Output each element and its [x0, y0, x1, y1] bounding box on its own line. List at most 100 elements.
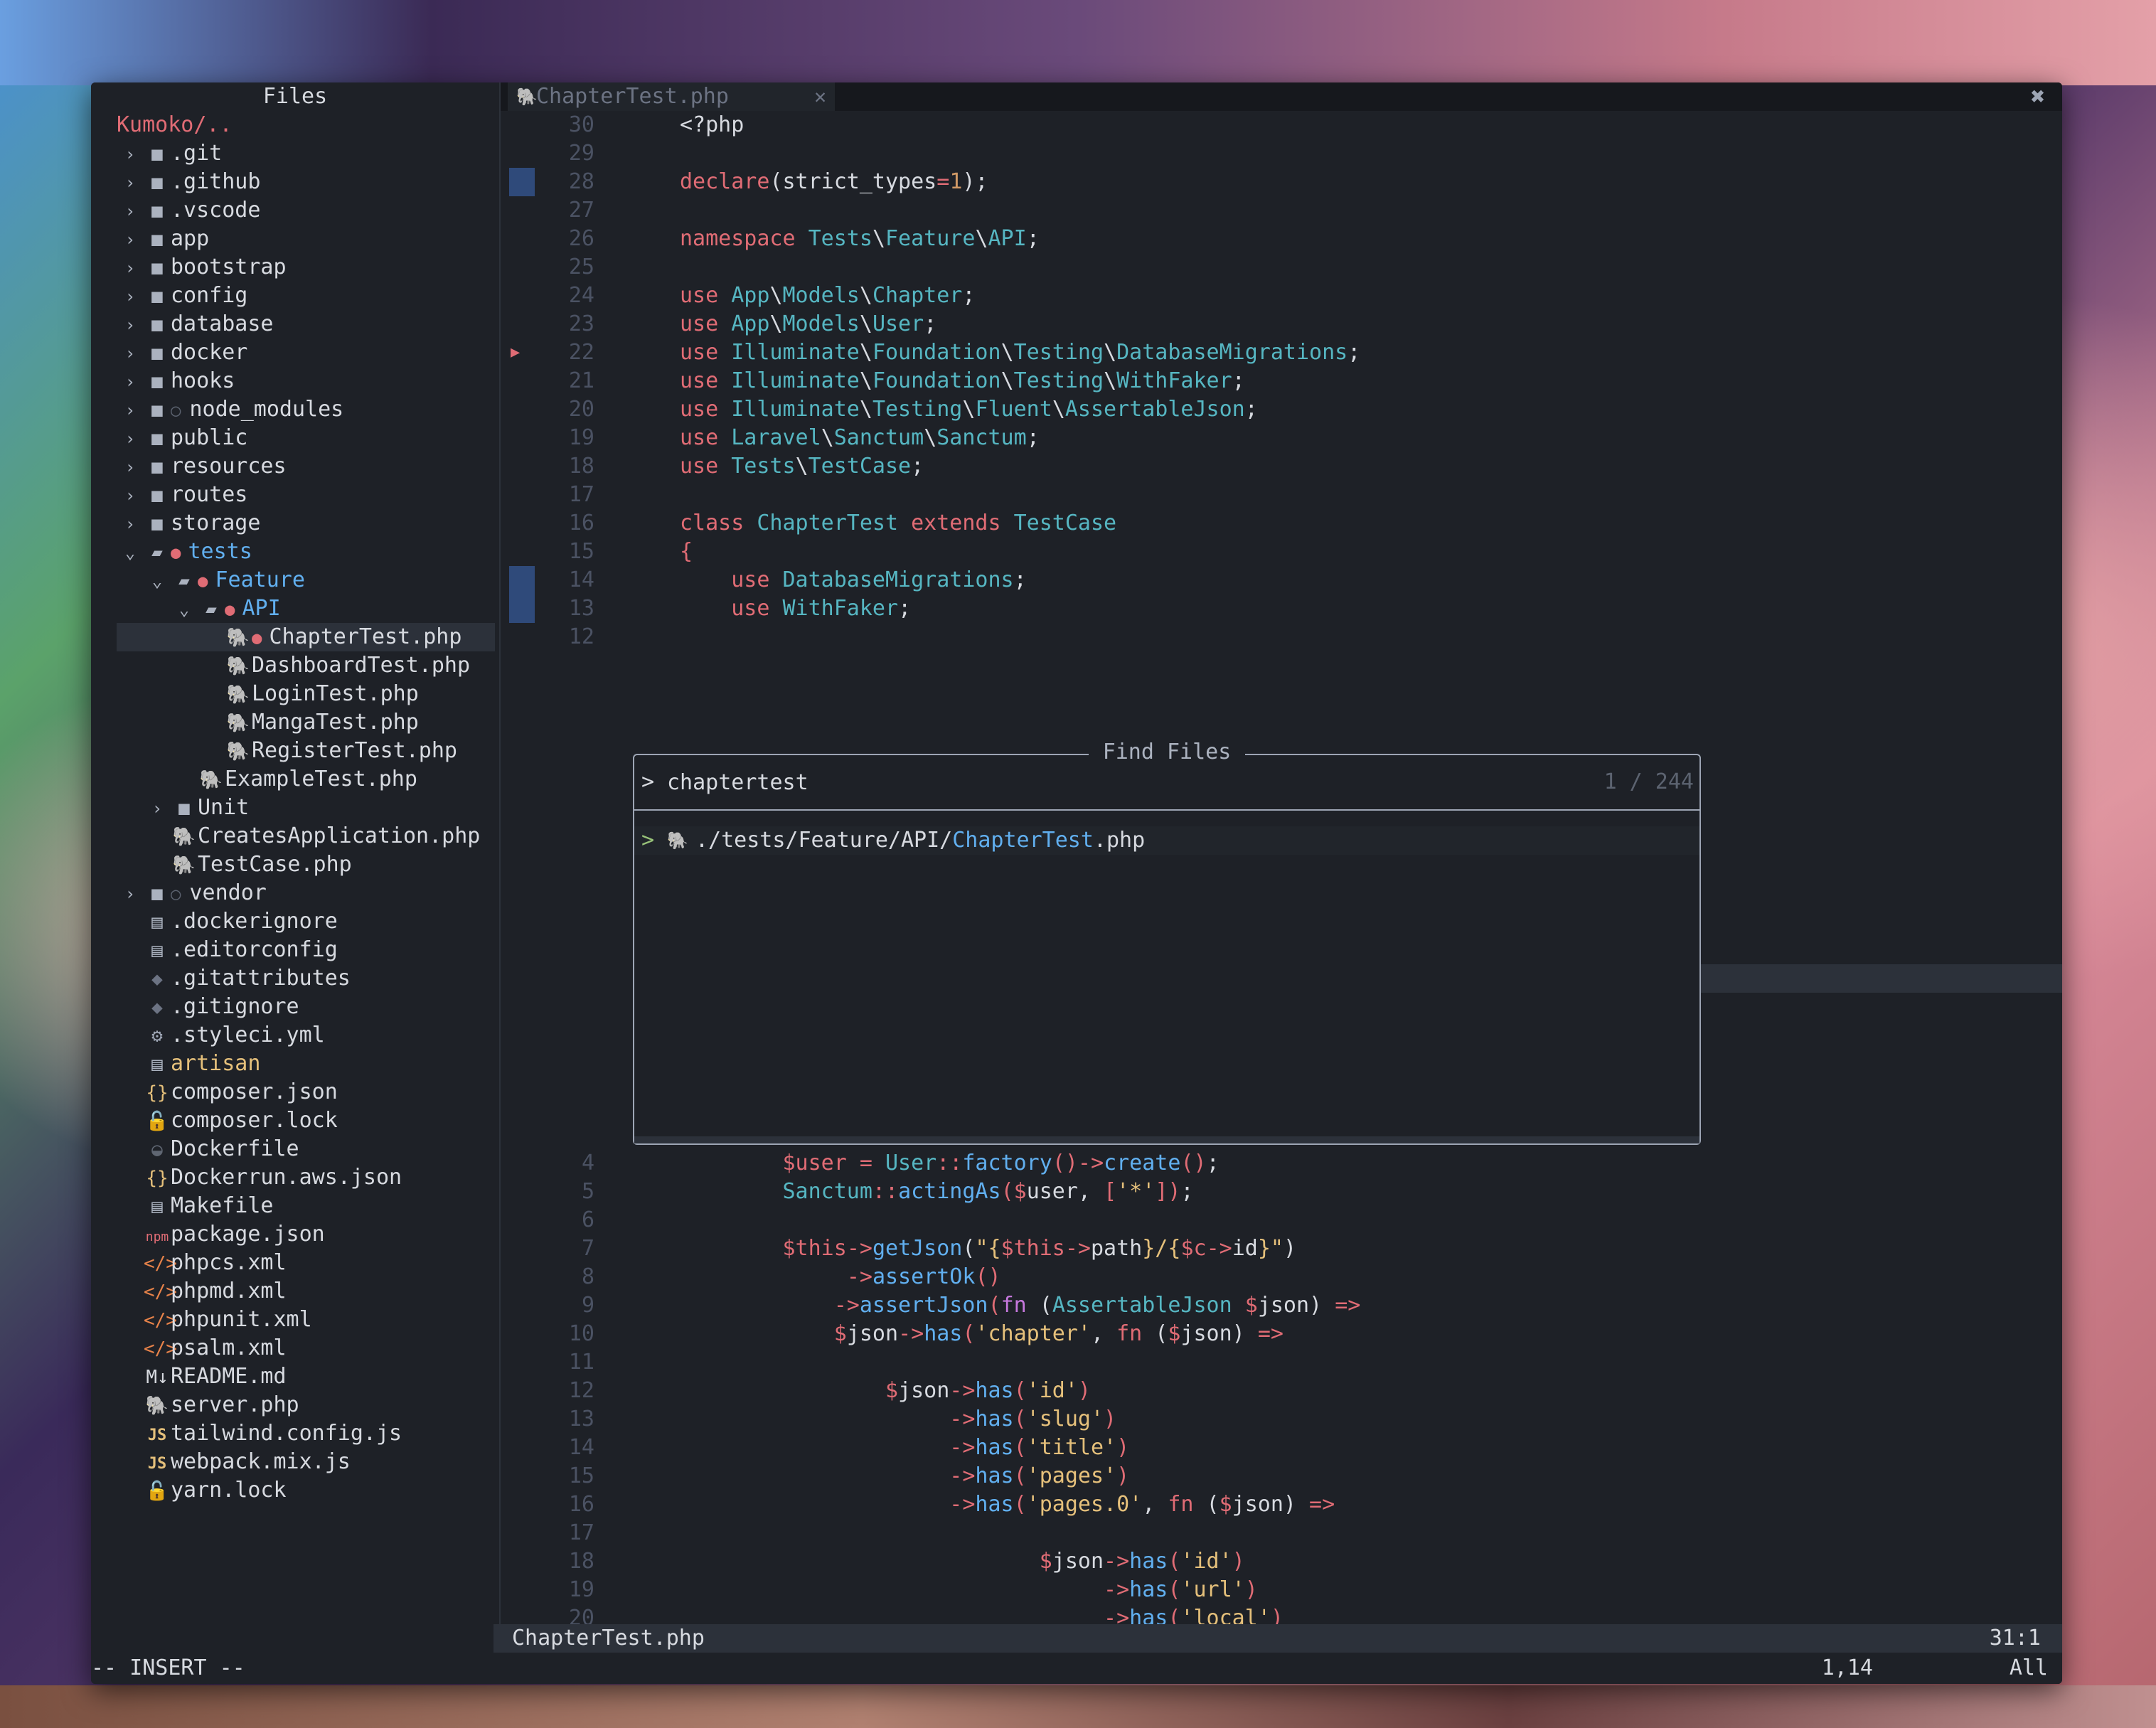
code-line[interactable]: ▶ 22 use Illuminate\Foundation\Testing\Dat… [501, 338, 2062, 367]
tree-item[interactable]: npmpackage.json [91, 1220, 499, 1249]
tab-close-icon[interactable]: ✕ [814, 82, 826, 111]
tree-item[interactable]: › ■ Unit [91, 794, 499, 822]
code-line[interactable]: 26 namespace Tests\Feature\API; [501, 225, 2062, 253]
code-line[interactable]: 15 { [501, 538, 2062, 566]
file-tree-root[interactable]: Kumoko/.. [117, 111, 233, 139]
code-line[interactable]: 30 <?php [501, 111, 2062, 139]
chevron-right-icon[interactable]: › [117, 368, 144, 396]
tree-item[interactable]: </>psalm.xml [91, 1334, 499, 1362]
tree-item[interactable]: 🐘CreatesApplication.php [91, 822, 499, 850]
chevron-right-icon[interactable]: › [117, 282, 144, 311]
code-line[interactable]: 23 use App\Models\User; [501, 310, 2062, 338]
code-line[interactable]: 10 $json->has('chapter', fn ($json) => [501, 1320, 2062, 1348]
tree-item[interactable]: › ■ docker [91, 338, 499, 367]
tree-item[interactable]: </>phpmd.xml [91, 1277, 499, 1306]
chevron-right-icon[interactable]: › [117, 197, 144, 225]
chevron-right-icon[interactable]: › [117, 169, 144, 197]
code-line[interactable]: 9 ->assertJson(fn (AssertableJson $json)… [501, 1291, 2062, 1320]
code-line[interactable]: 13 ->has('slug') [501, 1405, 2062, 1434]
tree-item[interactable]: </>phpcs.xml [91, 1249, 499, 1277]
tree-item[interactable]: ◒ Dockerfile [91, 1135, 499, 1163]
tree-item[interactable]: ⌄ ▰ ● Feature [91, 566, 499, 594]
tree-item[interactable]: 🐘 ● ChapterTest.php [117, 623, 495, 651]
chevron-right-icon[interactable]: › [117, 311, 144, 339]
code-line[interactable]: 11 [501, 1348, 2062, 1377]
code-line[interactable]: 21 use Illuminate\Foundation\Testing\With… [501, 367, 2062, 395]
tree-item[interactable]: 🐘LoginTest.php [91, 680, 499, 708]
tree-item[interactable]: ◆ .gitignore [91, 993, 499, 1021]
tree-item[interactable]: › ■ config [91, 282, 499, 310]
result-item[interactable]: > 🐘 ./tests/Feature/API/ChapterTest.php [634, 826, 1699, 855]
tab-chaptertest[interactable]: 🐘 ChapterTest.php ✕ [508, 82, 835, 111]
chevron-right-icon[interactable]: › [117, 396, 144, 425]
window-close-icon[interactable]: ✖ [2024, 82, 2052, 111]
code-line[interactable]: 25 [501, 253, 2062, 282]
tree-item[interactable]: 🐘DashboardTest.php [91, 651, 499, 680]
code-line[interactable]: 29 [501, 139, 2062, 168]
code-line[interactable]: 16 ->has('pages.0', fn ($json) => [501, 1490, 2062, 1519]
chevron-right-icon[interactable]: › [117, 510, 144, 538]
code-line[interactable]: 4 $user = User::factory()->create(); [501, 1149, 2062, 1178]
code-line[interactable]: 14 use DatabaseMigrations; [501, 566, 2062, 594]
code-line[interactable]: 15 ->has('pages') [501, 1462, 2062, 1490]
tree-item[interactable]: › ■ bootstrap [91, 253, 499, 282]
tree-item[interactable]: › ■ app [91, 225, 499, 253]
tree-item[interactable]: 🔓composer.lock [91, 1106, 499, 1135]
code-line[interactable]: 17 [501, 1519, 2062, 1547]
tree-item[interactable]: 🔓yarn.lock [91, 1476, 499, 1505]
tree-item[interactable]: › ■ .vscode [91, 196, 499, 225]
code-line[interactable]: 8 ->assertOk() [501, 1263, 2062, 1291]
tree-item[interactable]: </>phpunit.xml [91, 1306, 499, 1334]
chevron-right-icon[interactable]: › [117, 481, 144, 510]
code-line[interactable]: 16 class ChapterTest extends TestCase [501, 509, 2062, 538]
code-line[interactable]: 24 use App\Models\Chapter; [501, 282, 2062, 310]
chevron-down-icon[interactable]: ⌄ [117, 538, 144, 567]
code-line[interactable]: 27 [501, 196, 2062, 225]
chevron-right-icon[interactable]: › [117, 425, 144, 453]
tree-item[interactable]: ◆ .gitattributes [91, 964, 499, 993]
chevron-down-icon[interactable]: ⌄ [171, 595, 198, 624]
tree-item[interactable]: ⌄ ▰ ● tests [91, 538, 499, 566]
code-view-top[interactable]: 30 <?php 29 28 declare(strict_types=1); 27 26 n… [501, 111, 2062, 651]
code-line[interactable]: 17 [501, 481, 2062, 509]
code-line[interactable]: 19 use Laravel\Sanctum\Sanctum; [501, 424, 2062, 452]
tree-item[interactable]: › ■ ○ node_modules [91, 395, 499, 424]
tree-item[interactable]: 🐘RegisterTest.php [91, 737, 499, 765]
code-line[interactable]: 7 $this->getJson("{$this->path}/{$c->id}… [501, 1234, 2062, 1263]
chevron-right-icon[interactable]: › [117, 339, 144, 368]
chevron-right-icon[interactable]: › [117, 453, 144, 481]
tree-item[interactable]: 🐘MangaTest.php [91, 708, 499, 737]
code-line[interactable]: 18 use Tests\TestCase; [501, 452, 2062, 481]
chevron-down-icon[interactable]: ⌄ [144, 567, 171, 595]
tree-item[interactable]: › ■ storage [91, 509, 499, 538]
chevron-right-icon[interactable]: › [117, 880, 144, 908]
tree-item[interactable]: ▤ .editorconfig [91, 936, 499, 964]
tree-item[interactable]: › ■ ○ vendor [91, 879, 499, 907]
chevron-right-icon[interactable]: › [117, 140, 144, 169]
tree-item[interactable]: ⌄ ▰ ● API [91, 594, 499, 623]
tree-item[interactable]: › ■ .git [91, 139, 499, 168]
tree-item[interactable]: 🐘server.php [91, 1391, 499, 1419]
code-view-bottom[interactable]: 4 $user = User::factory()->create(); 5 Sa… [501, 1149, 2062, 1684]
code-line[interactable]: 13 use WithFaker; [501, 594, 2062, 623]
code-line[interactable]: 19 ->has('url') [501, 1576, 2062, 1604]
tree-item[interactable]: JS tailwind.config.js [91, 1419, 499, 1448]
tree-item[interactable]: 🐘ExampleTest.php [91, 765, 499, 794]
tree-item[interactable]: ▤ .dockerignore [91, 907, 499, 936]
code-line[interactable]: 18 $json->has('id') [501, 1547, 2062, 1576]
tree-item[interactable]: 🐘TestCase.php [91, 850, 499, 879]
tree-item[interactable]: ⚙ .styleci.yml [91, 1021, 499, 1050]
chevron-right-icon[interactable]: › [117, 254, 144, 282]
code-line[interactable]: 12 [501, 623, 2062, 651]
tree-item[interactable]: ▤ Makefile [91, 1192, 499, 1220]
code-line[interactable]: 14 ->has('title') [501, 1434, 2062, 1462]
tree-item[interactable]: › ■ resources [91, 452, 499, 481]
tree-item[interactable]: ▤ artisan [91, 1050, 499, 1078]
code-line[interactable]: 28 declare(strict_types=1); [501, 168, 2062, 196]
chevron-right-icon[interactable]: › [144, 794, 171, 823]
tree-item[interactable]: › ■ hooks [91, 367, 499, 395]
code-line[interactable]: 12 $json->has('id') [501, 1377, 2062, 1405]
tree-item[interactable]: M↓ README.md [91, 1362, 499, 1391]
tree-item[interactable]: › ■ routes [91, 481, 499, 509]
code-line[interactable]: 20 use Illuminate\Testing\Fluent\Assertab… [501, 395, 2062, 424]
